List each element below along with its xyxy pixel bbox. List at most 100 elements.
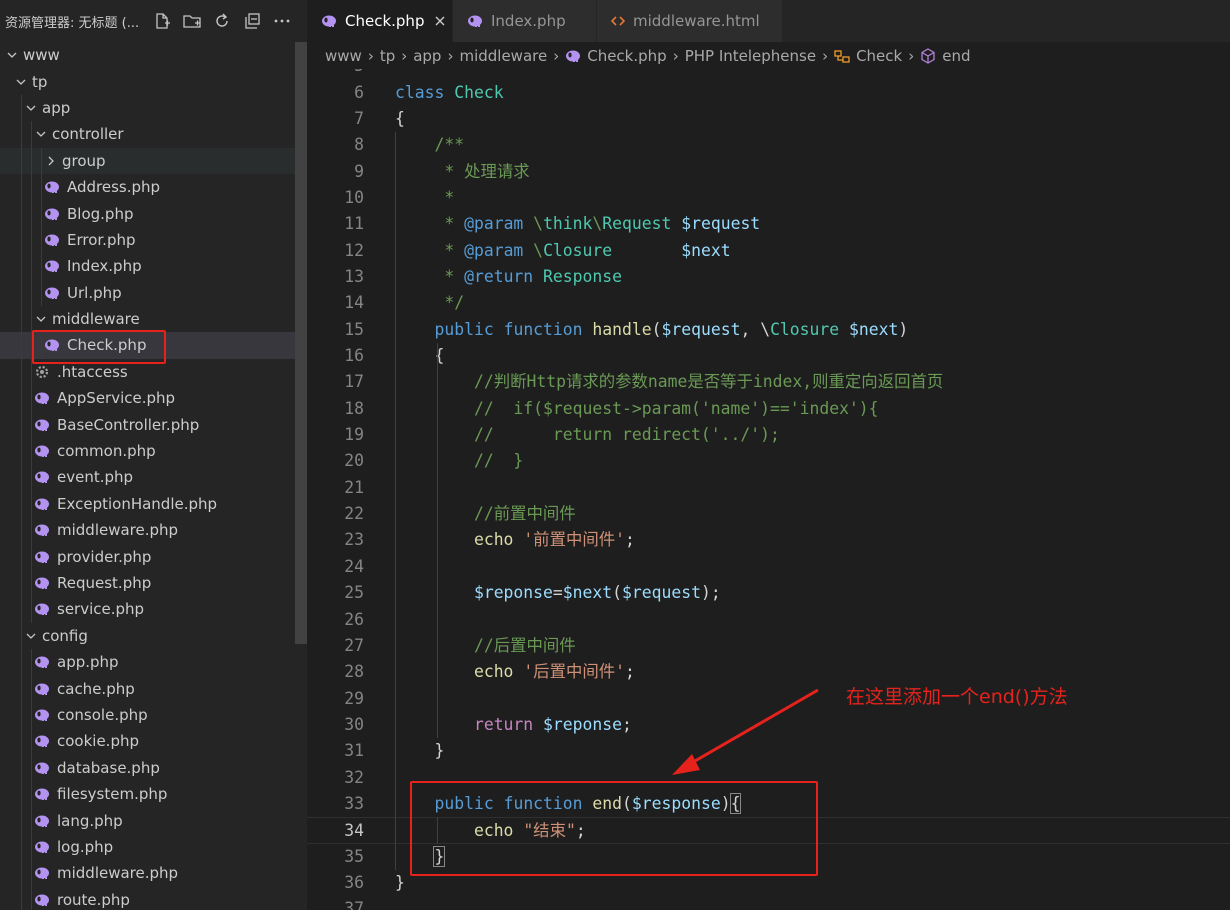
tree-item-label: Error.php bbox=[67, 230, 136, 249]
chevron-down-icon[interactable] bbox=[24, 101, 38, 115]
tree-item-label: Address.php bbox=[67, 178, 161, 197]
chevron-down-icon[interactable] bbox=[5, 48, 19, 62]
tree-folder[interactable]: config bbox=[0, 622, 295, 649]
tree-folder[interactable]: middleware bbox=[0, 305, 295, 333]
chevron-down-icon[interactable] bbox=[24, 629, 38, 643]
refresh-icon[interactable] bbox=[207, 12, 237, 30]
code-text: class Check bbox=[395, 80, 504, 106]
tree-item-label: log.php bbox=[57, 837, 114, 856]
new-folder-icon[interactable] bbox=[177, 12, 207, 30]
chevron-down-icon[interactable] bbox=[34, 127, 48, 141]
code-token: public bbox=[434, 793, 494, 813]
tree-file[interactable]: BaseController.php bbox=[0, 411, 295, 438]
tree-item-label: tp bbox=[32, 72, 48, 91]
indent-guide bbox=[21, 490, 22, 518]
code-text: { bbox=[395, 106, 405, 132]
tree-folder[interactable]: tp bbox=[0, 68, 295, 94]
sidebar-scrollbar[interactable] bbox=[295, 42, 307, 644]
tree-file[interactable]: cookie.php bbox=[0, 728, 295, 755]
breadcrumb-item[interactable]: middleware bbox=[459, 47, 547, 65]
tree-file[interactable]: ExceptionHandle.php bbox=[0, 490, 295, 518]
breadcrumb-item[interactable]: Check.php bbox=[565, 47, 667, 65]
tree-file[interactable]: Index.php bbox=[0, 253, 295, 280]
tab-check-php[interactable]: Check.php bbox=[307, 0, 453, 42]
tree-file[interactable]: middleware.php bbox=[0, 860, 295, 887]
tree-file[interactable]: Url.php bbox=[0, 279, 295, 306]
tree-folder[interactable]: www bbox=[0, 42, 295, 68]
tree-file[interactable]: Address.php bbox=[0, 173, 295, 201]
breadcrumb-item[interactable]: www bbox=[325, 47, 362, 65]
indent-guide bbox=[41, 332, 42, 359]
code-token: \ bbox=[523, 240, 544, 260]
tree-file[interactable]: Error.php bbox=[0, 226, 295, 254]
indent-guide bbox=[21, 305, 22, 333]
tree-item-label: cache.php bbox=[57, 679, 135, 698]
breadcrumb-item[interactable]: Check bbox=[834, 47, 902, 65]
indent-guide bbox=[31, 173, 32, 201]
tab-middleware-html[interactable]: middleware.html bbox=[597, 0, 783, 42]
tree-file[interactable]: lang.php bbox=[0, 807, 295, 834]
breadcrumb-item[interactable]: PHP Intelephense bbox=[685, 47, 816, 65]
indent-guide bbox=[31, 754, 32, 781]
chevron-right-icon[interactable] bbox=[44, 154, 58, 168]
tree-folder[interactable]: controller bbox=[0, 121, 295, 148]
tree-file[interactable]: common.php bbox=[0, 437, 295, 465]
tree-folder[interactable]: app bbox=[0, 94, 295, 122]
code-line: 25 $reponse=$next($request); bbox=[307, 580, 1230, 606]
code-token: function bbox=[503, 793, 583, 813]
tree-file[interactable]: route.php bbox=[0, 886, 295, 910]
tree-file[interactable]: middleware.php bbox=[0, 517, 295, 544]
tree-file[interactable]: service.php bbox=[0, 596, 295, 623]
code-token: ; bbox=[625, 530, 635, 550]
code-token: * bbox=[444, 240, 465, 260]
code-token: , \ bbox=[740, 319, 771, 339]
code-line: 6 class Check bbox=[307, 80, 1230, 106]
tree-file[interactable]: .htaccess bbox=[0, 358, 295, 386]
code-token: ; bbox=[622, 714, 632, 734]
tree-file[interactable]: Request.php bbox=[0, 569, 295, 597]
php-elephant-icon bbox=[467, 14, 483, 28]
code-text: } bbox=[395, 870, 405, 896]
tree-file[interactable]: event.php bbox=[0, 464, 295, 491]
tree-file[interactable]: app.php bbox=[0, 648, 295, 676]
breadcrumb-item[interactable]: app bbox=[413, 47, 441, 65]
code-token: } bbox=[395, 741, 445, 761]
indent-guide bbox=[31, 833, 32, 861]
collapse-all-icon[interactable] bbox=[237, 12, 267, 30]
chevron-down-icon[interactable] bbox=[14, 75, 28, 89]
tree-item-label: config bbox=[42, 626, 88, 645]
code-token: /** bbox=[434, 135, 465, 155]
tree-file[interactable]: Check.php bbox=[0, 332, 295, 359]
tree-item-label: provider.php bbox=[57, 547, 152, 566]
tree-item-label: lang.php bbox=[57, 811, 123, 830]
code-token: $request bbox=[622, 583, 701, 603]
indent-guide bbox=[31, 411, 32, 438]
tree-folder[interactable]: group bbox=[0, 147, 295, 174]
code-token: Request bbox=[602, 214, 672, 234]
breadcrumb-item[interactable]: end bbox=[920, 47, 971, 65]
tree-file[interactable]: database.php bbox=[0, 754, 295, 781]
tree-file[interactable]: log.php bbox=[0, 833, 295, 861]
tree-file[interactable]: cache.php bbox=[0, 675, 295, 702]
php-elephant-icon bbox=[44, 286, 62, 300]
breadcrumb-item[interactable]: tp bbox=[380, 47, 395, 65]
tree-file[interactable]: Blog.php bbox=[0, 200, 295, 227]
tree-file[interactable]: filesystem.php bbox=[0, 780, 295, 808]
tree-file[interactable]: provider.php bbox=[0, 543, 295, 570]
chevron-down-icon[interactable] bbox=[34, 312, 48, 326]
more-icon[interactable] bbox=[267, 12, 297, 30]
tree-file[interactable]: console.php bbox=[0, 701, 295, 729]
php-elephant-icon bbox=[34, 840, 52, 854]
tab-index-php[interactable]: Index.php bbox=[453, 0, 597, 42]
code-token: \ bbox=[523, 214, 544, 234]
code-token: handle bbox=[592, 319, 652, 339]
code-text: * @param \Closure $next bbox=[395, 238, 730, 264]
code-view[interactable]: 56class Check7{8 /**9 * 处理请求10 *11 * @pa… bbox=[307, 69, 1230, 910]
close-icon[interactable] bbox=[434, 15, 446, 27]
new-file-icon[interactable] bbox=[147, 12, 177, 30]
tree-file[interactable]: AppService.php bbox=[0, 385, 295, 412]
code-line: 34 echo "结束"; bbox=[307, 817, 1230, 844]
